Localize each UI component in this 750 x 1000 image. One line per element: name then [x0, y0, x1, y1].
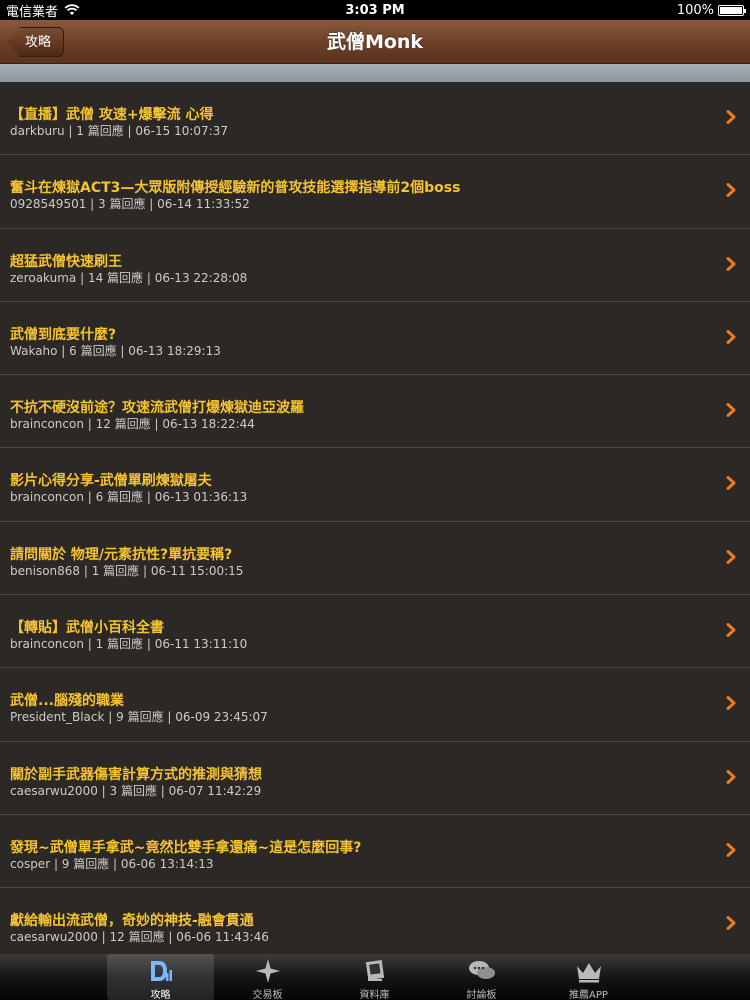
tab-trade[interactable]: 交易板 [214, 954, 321, 1000]
post-title: 奮斗在煉獄ACT3—大眾版附傳授經驗新的普攻技能選擇指導前2個boss [10, 180, 461, 197]
tab-bar: 攻略 交易板 資料庫 討論板 推薦APP [0, 954, 750, 1000]
chevron-right-icon [726, 329, 736, 344]
chevron-right-icon [726, 476, 736, 491]
post-meta: Wakaho | 6 篇回應 | 06-13 18:29:13 [10, 343, 221, 358]
tab-label: 資料庫 [359, 990, 390, 1000]
wifi-icon [64, 4, 80, 15]
tab-label: 討論板 [466, 990, 497, 1000]
chevron-right-icon [726, 549, 736, 564]
post-meta: brainconcon | 12 篇回應 | 06-13 18:22:44 [10, 417, 255, 432]
tab-crown[interactable]: 推薦APP [535, 954, 642, 1000]
post-title: 不抗不硬沒前途？攻速流武僧打爆煉獄迪亞波羅 [10, 400, 304, 417]
post-title: 發現~武僧單手拿武~竟然比雙手拿還痛~這是怎麼回事? [10, 839, 362, 856]
chevron-right-icon [726, 916, 736, 931]
post-meta: brainconcon | 6 篇回應 | 06-13 01:36:13 [10, 490, 248, 505]
post-row[interactable]: 武僧到底要什麼? Wakaho | 6 篇回應 | 06-13 18:29:13 [0, 301, 750, 376]
post-meta: caesarwu2000 | 3 篇回應 | 06-07 11:42:29 [10, 783, 262, 798]
header-separator-strip [0, 64, 750, 82]
tab-label: 推薦APP [569, 990, 608, 1000]
guide-icon [107, 958, 214, 984]
post-meta: zeroakuma | 14 篇回應 | 06-13 22:28:08 [10, 270, 248, 285]
trade-icon [214, 958, 321, 984]
post-title: 【轉貼】武僧小百科全書 [10, 620, 164, 637]
tab-guide[interactable]: 攻略 [107, 954, 214, 1000]
post-row[interactable]: 獻給輸出流武僧，奇妙的神技-融會貫通 caesarwu2000 | 12 篇回應 … [0, 888, 750, 954]
post-meta: 0928549501 | 3 篇回應 | 06-14 11:33:52 [10, 197, 250, 212]
post-row[interactable]: 請問關於 物理/元素抗性?單抗要稱? benison868 | 1 篇回應 | 0… [0, 521, 750, 596]
post-meta: caesarwu2000 | 12 篇回應 | 06-06 11:43:46 [10, 930, 269, 945]
chevron-right-icon [726, 623, 736, 638]
post-row[interactable]: 奮斗在煉獄ACT3—大眾版附傳授經驗新的普攻技能選擇指導前2個boss 09285… [0, 155, 750, 229]
page-title: 武僧Monk [326, 31, 424, 53]
discussion-icon [428, 958, 535, 984]
navigation-bar: 攻略 武僧Monk [0, 20, 750, 64]
carrier-label: 電信業者 [6, 4, 59, 20]
post-row[interactable]: 【轉貼】武僧小百科全書 brainconcon | 1 篇回應 | 06-11 1… [0, 595, 750, 669]
post-row[interactable]: 超猛武僧快速刷王 zeroakuma | 14 篇回應 | 06-13 22:28… [0, 228, 750, 302]
post-title: 關於副手武器傷害計算方式的推測與猜想 [10, 766, 262, 783]
post-row[interactable]: 武僧...腦殘的職業 President_Black | 9 篇回應 | 06-0… [0, 668, 750, 742]
post-title: 武僧到底要什麼? [10, 326, 117, 343]
post-title: 請問關於 物理/元素抗性?單抗要稱? [10, 546, 233, 563]
post-list[interactable]: 【直播】武僧 攻速+爆擊流 心得 darkburu | 1 篇回應 | 06-15… [0, 82, 750, 954]
battery-level-fill [720, 6, 742, 14]
post-row[interactable]: 不抗不硬沒前途？攻速流武僧打爆煉獄迪亞波羅 brainconcon | 12 篇回… [0, 375, 750, 449]
post-row[interactable]: 影片心得分享-武僧單刷煉獄屠夫 brainconcon | 6 篇回應 | 06-… [0, 448, 750, 522]
chevron-right-icon [726, 256, 736, 271]
status-left: 電信業者 [6, 1, 80, 20]
chevron-right-icon [726, 110, 736, 124]
crown-icon [535, 958, 642, 984]
post-row[interactable]: 【直播】武僧 攻速+爆擊流 心得 darkburu | 1 篇回應 | 06-15… [0, 82, 750, 156]
post-title: 武僧...腦殘的職業 [10, 693, 124, 710]
post-meta: brainconcon | 1 篇回應 | 06-11 13:11:10 [10, 637, 248, 652]
chevron-right-icon [726, 842, 736, 857]
chevron-right-icon [726, 403, 736, 418]
chevron-right-icon [726, 769, 736, 784]
post-meta: darkburu | 1 篇回應 | 06-15 10:07:37 [10, 124, 228, 138]
tab-label: 攻略 [150, 990, 171, 1000]
status-bar: 電信業者 3:03 PM 100% [0, 0, 750, 20]
post-meta: benison868 | 1 篇回應 | 06-11 15:00:15 [10, 563, 244, 578]
chevron-right-icon [726, 696, 736, 711]
tab-label: 交易板 [252, 990, 283, 1000]
chevron-right-icon [726, 183, 736, 198]
post-meta: cosper | 9 篇回應 | 06-06 13:14:13 [10, 856, 214, 871]
status-time: 3:03 PM [345, 2, 405, 18]
post-title: 影片心得分享-武僧單刷煉獄屠夫 [10, 473, 212, 490]
post-title: 超猛武僧快速刷王 [10, 253, 122, 270]
battery-percent: 100% [676, 2, 714, 18]
tab-database[interactable]: 資料庫 [321, 954, 428, 1000]
battery-icon [718, 4, 746, 16]
status-right: 100% [676, 2, 746, 18]
tab-discussion[interactable]: 討論板 [428, 954, 535, 1000]
post-row[interactable]: 關於副手武器傷害計算方式的推測與猜想 caesarwu2000 | 3 篇回應 |… [0, 741, 750, 815]
post-title: 獻給輸出流武僧，奇妙的神技-融會貫通 [10, 913, 254, 930]
post-meta: President_Black | 9 篇回應 | 06-09 23:45:07 [10, 710, 268, 725]
post-title: 【直播】武僧 攻速+爆擊流 心得 [10, 107, 214, 123]
database-icon [321, 958, 428, 984]
post-row[interactable]: 發現~武僧單手拿武~竟然比雙手拿還痛~這是怎麼回事? cosper | 9 篇回應… [0, 814, 750, 889]
